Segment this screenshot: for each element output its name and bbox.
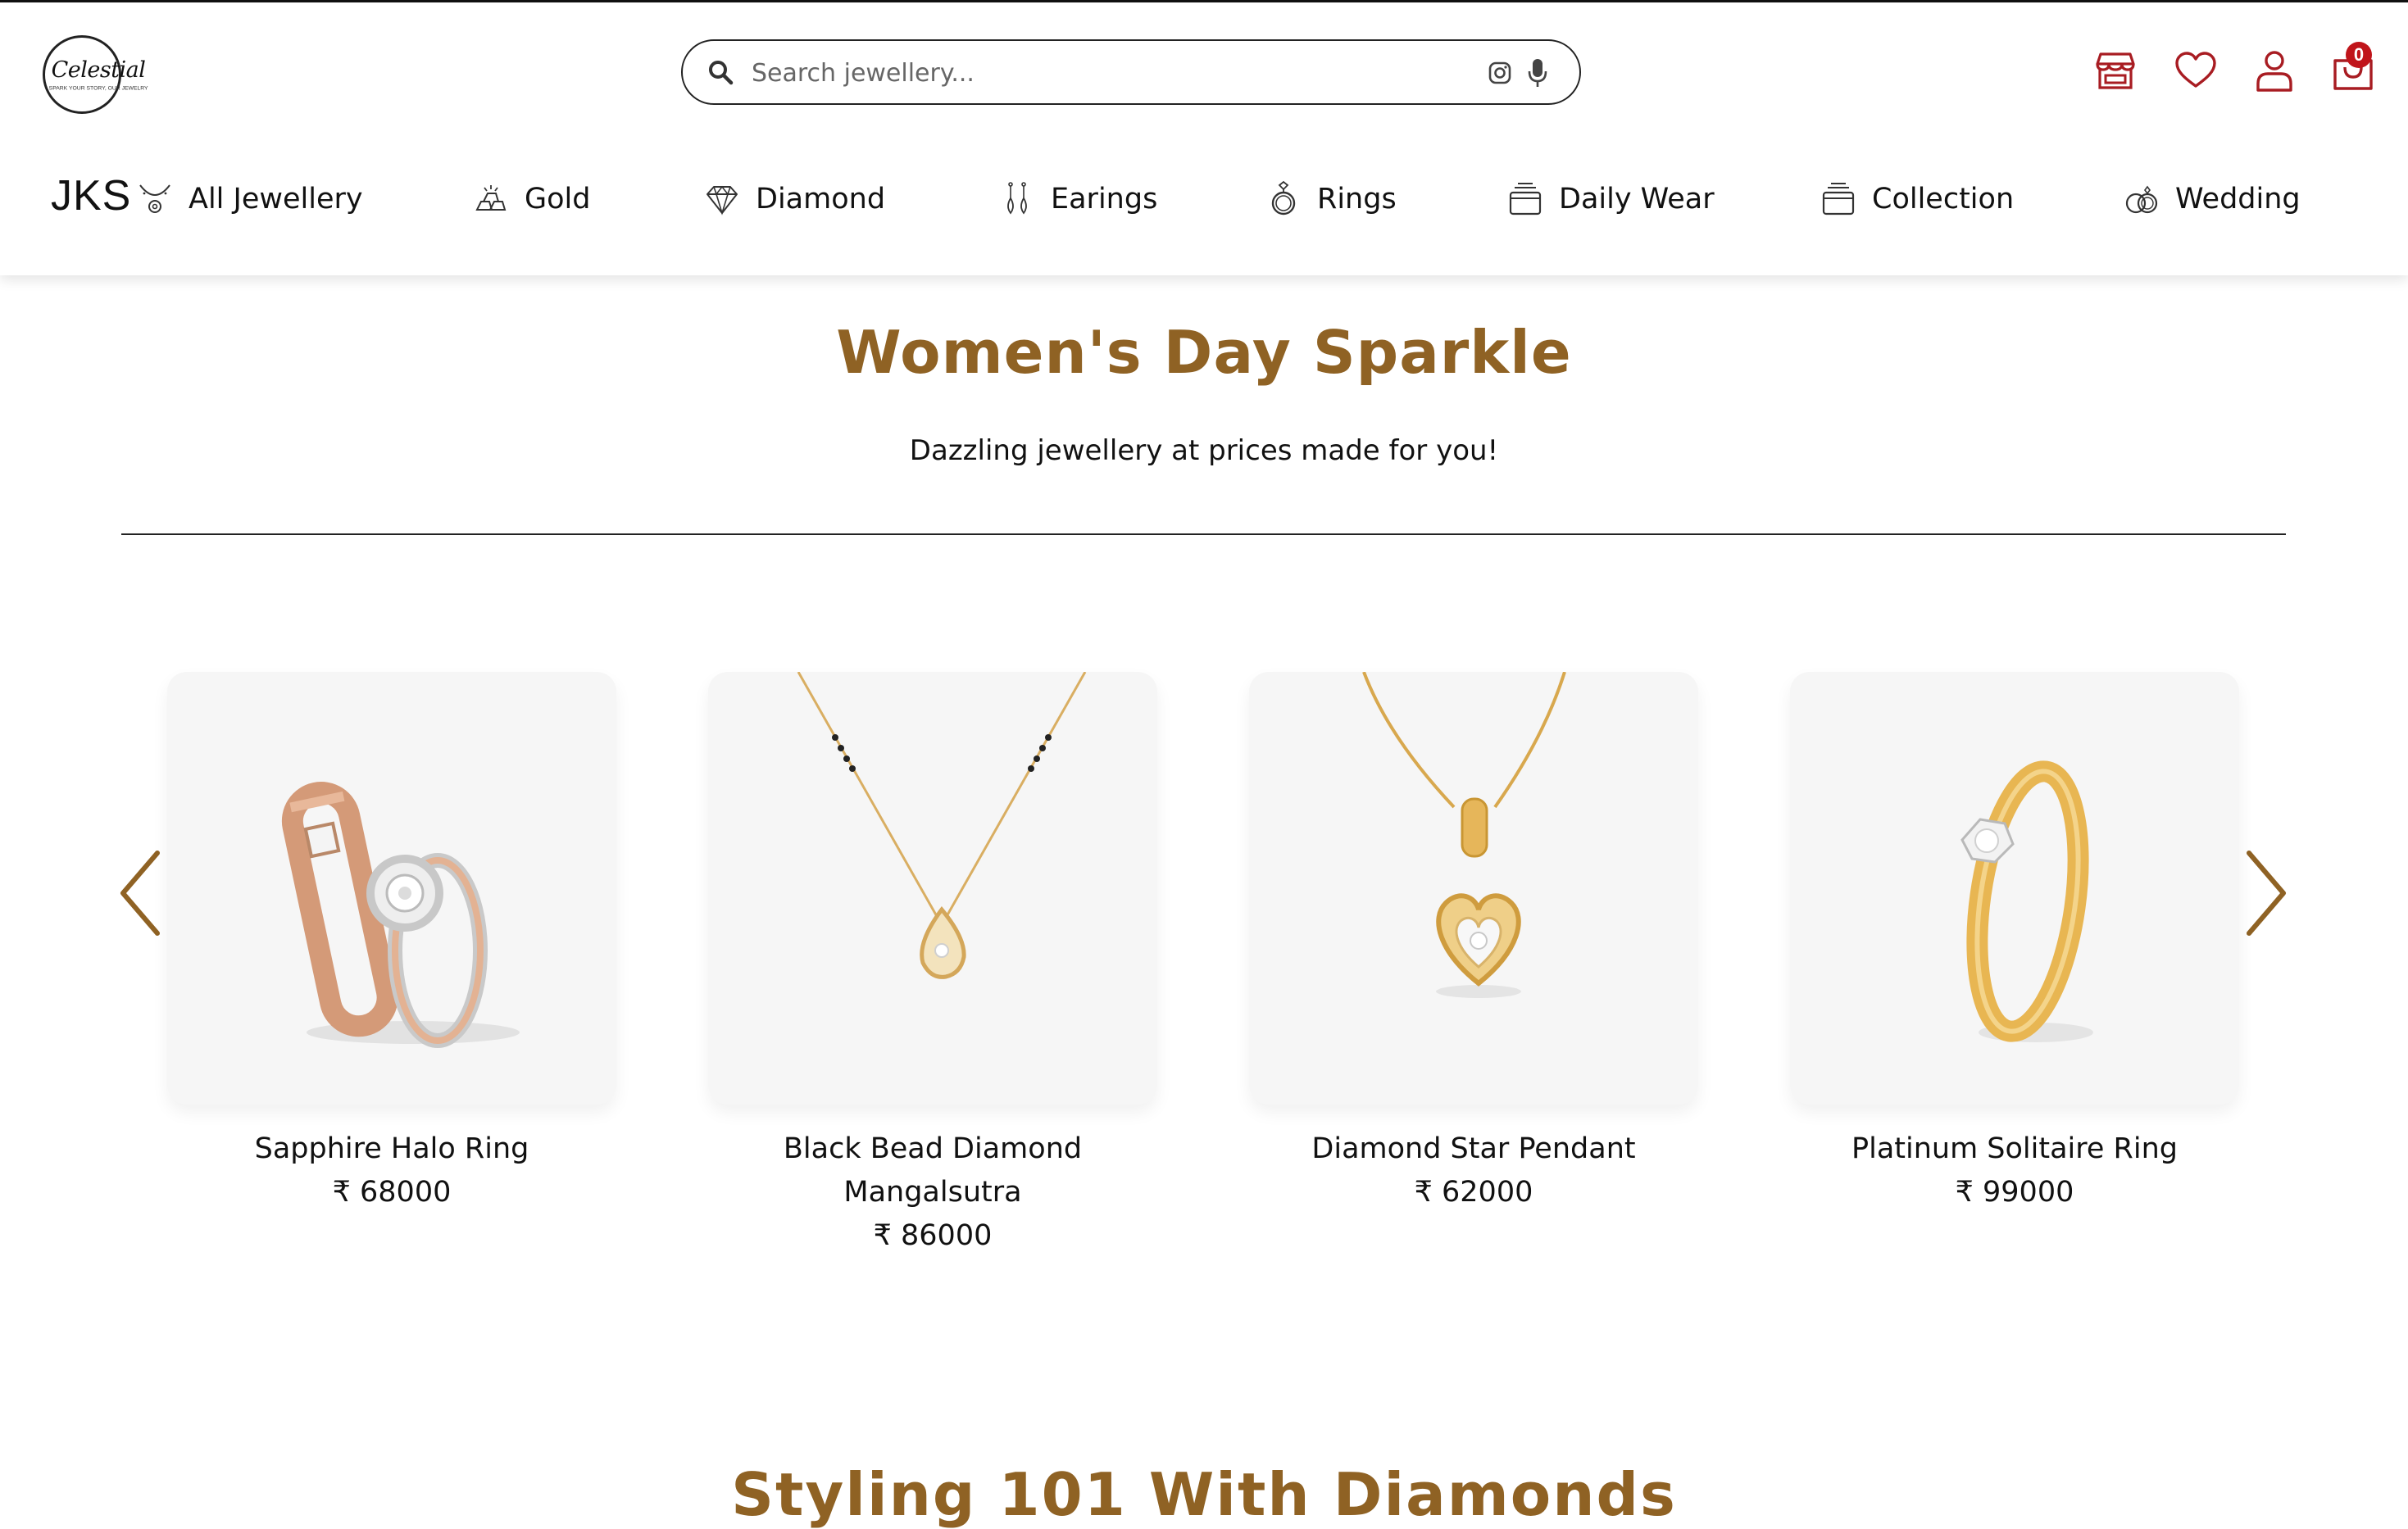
ring-icon — [1271, 180, 1296, 216]
diamond-icon — [706, 185, 738, 216]
section-divider — [121, 533, 2286, 535]
gold-bars-icon — [475, 185, 507, 211]
heart-icon[interactable] — [2173, 48, 2219, 93]
next-section-title: Styling 101 With Diamonds — [731, 1460, 1677, 1529]
nav-gold[interactable]: Gold — [472, 176, 590, 222]
product-card-image[interactable] — [708, 672, 1157, 1105]
product-image-solitaire-ring — [1960, 760, 2093, 1042]
product-card-image[interactable] — [167, 672, 616, 1105]
product-card-image[interactable] — [1790, 672, 2239, 1105]
product-image-halo-ring — [281, 782, 520, 1048]
product-price: ₹ 68000 — [332, 1176, 452, 1209]
chevron-right-icon[interactable] — [2244, 848, 2290, 938]
box-icon — [1822, 183, 1855, 216]
nav-all-jewellery[interactable]: All Jewellery — [136, 176, 363, 222]
search-icon[interactable] — [707, 59, 734, 85]
search-input[interactable] — [750, 52, 1474, 93]
product-name[interactable]: Black Bead Diamond — [708, 1127, 1157, 1171]
product-price: ₹ 62000 — [1414, 1176, 1533, 1209]
nav-diamond[interactable]: Diamond — [703, 176, 885, 222]
logo-script-text: Celestial — [51, 57, 146, 83]
brand-logo[interactable]: Celestial SPARK YOUR STORY, OUR JEWELRY — [43, 35, 148, 114]
product-price: ₹ 86000 — [873, 1219, 993, 1252]
brand-text[interactable]: JKS — [51, 171, 131, 220]
product-image-pendant — [1362, 672, 1566, 998]
user-icon[interactable] — [2251, 48, 2297, 93]
search-bar[interactable] — [681, 39, 1581, 105]
product-name[interactable]: Platinum Solitaire Ring — [1790, 1127, 2239, 1171]
nav-label: All Jewellery — [189, 183, 363, 216]
nav-label: Earings — [1051, 183, 1158, 216]
nav-label: Rings — [1317, 183, 1397, 216]
camera-search-icon[interactable] — [1488, 61, 1512, 85]
store-icon[interactable] — [2092, 48, 2138, 93]
site-header: Celestial SPARK YOUR STORY, OUR JEWELRY — [0, 2, 2408, 275]
nav-wedding[interactable]: Wedding — [2123, 176, 2301, 222]
wedding-rings-icon — [2125, 185, 2158, 214]
box-icon — [1509, 183, 1542, 216]
microphone-icon[interactable] — [1527, 57, 1548, 88]
section-title: Women's Day Sparkle — [836, 318, 1572, 387]
product-name-line2[interactable]: Mangalsutra — [708, 1171, 1157, 1214]
logo-tagline: SPARK YOUR STORY, OUR JEWELRY — [48, 84, 148, 92]
necklace-icon — [139, 184, 170, 213]
nav-earings[interactable]: Earings — [998, 176, 1157, 222]
section-subtitle: Dazzling jewellery at prices made for yo… — [909, 434, 1499, 467]
nav-label: Daily Wear — [1559, 183, 1715, 216]
nav-label: Gold — [525, 183, 591, 216]
product-name[interactable]: Sapphire Halo Ring — [167, 1127, 616, 1171]
nav-label: Diamond — [756, 183, 886, 216]
product-card-image[interactable] — [1249, 672, 1698, 1105]
product-name[interactable]: Diamond Star Pendant — [1249, 1127, 1698, 1171]
product-price: ₹ 99000 — [1955, 1176, 2074, 1209]
nav-collection[interactable]: Collection — [1820, 176, 2014, 222]
main-nav: JKS All Jewellery Gold Diamond Earings R… — [0, 166, 2408, 232]
nav-daily-wear[interactable]: Daily Wear — [1506, 176, 1715, 222]
nav-label: Collection — [1872, 183, 2015, 216]
chevron-left-icon[interactable] — [116, 848, 162, 938]
earrings-icon — [1007, 182, 1027, 215]
nav-rings[interactable]: Rings — [1265, 176, 1397, 222]
nav-label: Wedding — [2175, 183, 2301, 216]
cart-count-badge: 0 — [2346, 42, 2372, 68]
product-image-mangalsutra — [797, 672, 1087, 979]
